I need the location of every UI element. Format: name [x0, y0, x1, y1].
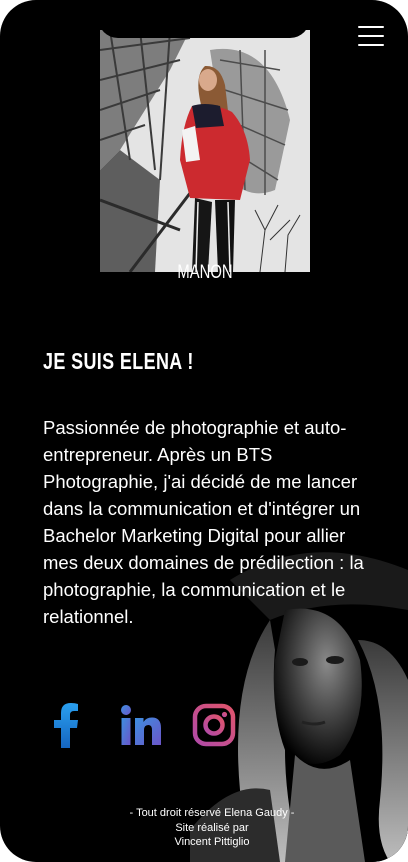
about-heading: JE SUIS ELENA ! — [43, 348, 194, 374]
phone-frame: MANON JE SUIS ELENA ! Passionnée de phot… — [0, 0, 408, 862]
footer-author[interactable]: Vincent Pittiglio — [90, 835, 334, 850]
hero-illustration — [100, 30, 310, 272]
linkedin-icon — [121, 705, 161, 745]
menu-line — [358, 44, 384, 46]
facebook-icon — [54, 703, 78, 748]
hamburger-menu-icon[interactable] — [358, 26, 384, 46]
hero-caption: MANON — [177, 262, 233, 283]
footer-made-by: Site réalisé par — [175, 821, 249, 834]
phone-notch — [98, 0, 310, 38]
menu-line — [358, 26, 384, 28]
about-bio: Passionnée de photographie et auto-entre… — [43, 417, 364, 627]
instagram-icon — [192, 703, 236, 747]
hero-photo — [100, 30, 310, 272]
menu-line — [358, 35, 384, 37]
instagram-link[interactable] — [190, 700, 238, 750]
linkedin-link[interactable] — [118, 700, 164, 750]
footer: - Tout droit réservé Elena Gaudy - Site … — [90, 806, 334, 850]
footer-rights: - Tout droit réservé Elena Gaudy - — [129, 807, 295, 819]
facebook-link[interactable] — [50, 700, 82, 750]
